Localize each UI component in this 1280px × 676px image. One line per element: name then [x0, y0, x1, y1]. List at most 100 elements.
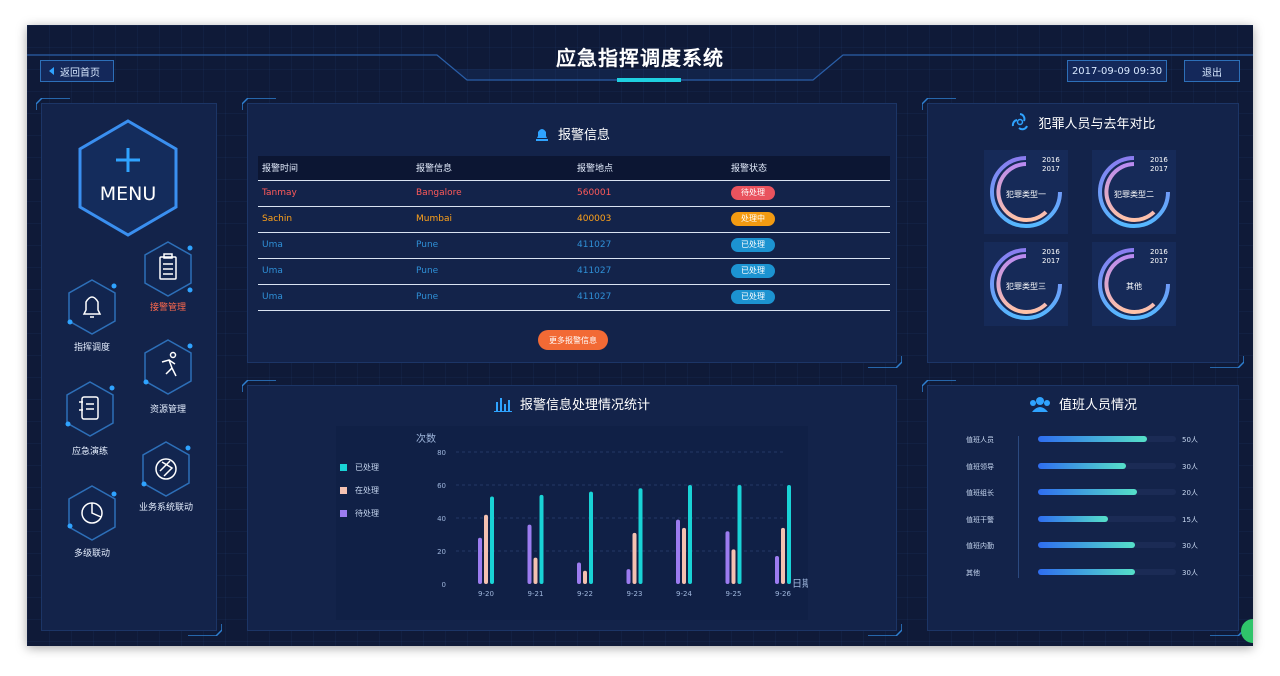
svg-text:2016: 2016 — [1042, 248, 1060, 256]
table-row[interactable]: Uma Pune 411027 已处理 — [258, 258, 890, 285]
crime-panel-title: 犯罪人员与去年对比 — [1038, 116, 1156, 132]
duty-progress-track — [1038, 489, 1176, 496]
table-row[interactable]: Uma Pune 411027 已处理 — [258, 232, 890, 259]
corner-decoration — [922, 98, 956, 110]
x-tick-label: 9-21 — [528, 590, 544, 598]
x-tick-label: 9-24 — [676, 590, 692, 598]
exit-button[interactable]: 退出 — [1184, 60, 1240, 82]
y-axis-label: 次数 — [416, 432, 436, 445]
svg-text:2017: 2017 — [1150, 165, 1168, 173]
crime-ring-charts: 2016 2017 犯罪类型一 2016 2017 犯罪类型二 2016 201… — [984, 150, 1176, 326]
cell-place: 411027 — [573, 284, 727, 311]
menu-item-drill-label[interactable]: 应急演练 — [50, 444, 130, 457]
duty-value: 30人 — [1182, 569, 1198, 577]
bar-在处理 — [632, 532, 637, 584]
menu-item-resource-hex[interactable] — [142, 338, 194, 396]
duty-row: 值班组长 20人 — [966, 485, 1206, 499]
corner-decoration — [188, 624, 222, 636]
cell-info: Pune — [412, 258, 573, 285]
table-row[interactable]: Uma Pune 411027 已处理 — [258, 284, 890, 311]
duty-progress-fill — [1038, 436, 1148, 442]
menu-item-resource-label[interactable]: 资源管理 — [128, 402, 208, 415]
duty-value: 50人 — [1182, 436, 1198, 444]
duty-progress-fill — [1038, 542, 1135, 549]
legend-item-pending[interactable]: 待处理 — [340, 508, 379, 519]
cell-time: Uma — [258, 232, 412, 259]
y-tick-label: 40 — [437, 515, 446, 523]
svg-text:2016: 2016 — [1150, 156, 1168, 164]
corner-decoration — [1210, 624, 1244, 636]
duty-progress-track — [1038, 515, 1176, 522]
menu-logo-text: MENU — [100, 183, 157, 205]
menu-item-multilevel-hex[interactable] — [66, 484, 118, 542]
menu-panel: MENU 接警管理 指挥调度 资源管理 应急演练 业务系统联动 多级联动 — [36, 98, 222, 636]
duty-label: 值班领导 — [966, 462, 994, 471]
table-row[interactable]: Tanmay Bangalore 560001 待处理 — [258, 180, 890, 207]
menu-item-command-hex[interactable] — [66, 278, 118, 336]
svg-text:犯罪类型二: 犯罪类型二 — [1114, 189, 1154, 199]
column-header: 报警状态 — [727, 156, 890, 181]
legend-item-processing[interactable]: 在处理 — [340, 485, 379, 496]
alarm-stats-chart: 次数 0 20 40 60 80 9-20 9-21 9-22 9-23 9-24 9-25 9-26日… — [416, 432, 808, 598]
menu-item-alarm-hex[interactable] — [142, 240, 194, 298]
alarm-panel-header: 报警信息 — [248, 124, 896, 143]
duty-label: 值班内勤 — [966, 542, 994, 551]
duty-label: 值班人员 — [966, 436, 994, 444]
column-header: 报警信息 — [412, 156, 573, 181]
duty-progress-fill — [1038, 462, 1127, 469]
menu-item-drill-hex[interactable] — [64, 380, 116, 438]
corner-decoration — [868, 356, 902, 368]
menu-item-alarm-label[interactable]: 接警管理 — [128, 300, 208, 313]
floating-action-icon[interactable] — [1241, 619, 1253, 643]
bar-在处理 — [781, 527, 785, 584]
duty-value: 30人 — [1182, 462, 1198, 471]
svg-text:2017: 2017 — [1042, 165, 1060, 173]
bar-待处理 — [725, 531, 730, 584]
cell-time: Tanmay — [258, 180, 412, 207]
datetime-display: 2017-09-09 09:30 — [1067, 60, 1167, 82]
back-home-button[interactable]: 返回首页 — [40, 60, 114, 82]
corner-decoration — [242, 98, 276, 110]
duty-row: 值班人员 50人 — [966, 432, 1206, 446]
more-alarms-button[interactable]: 更多报警信息 — [538, 330, 608, 350]
bar-已处理 — [737, 485, 742, 584]
corner-decoration — [36, 98, 70, 110]
bar-已处理 — [490, 496, 494, 584]
menu-item-linkage-hex[interactable] — [140, 440, 192, 498]
svg-text:2017: 2017 — [1042, 257, 1060, 265]
duty-staff-panel: 值班人员情况 值班人员 50人 值班领导 30人 值班组长 20人 值班干警 15人 值班内勤 3… — [922, 380, 1244, 636]
status-badge: 已处理 — [731, 264, 775, 278]
back-arrow-icon — [49, 67, 54, 75]
svg-text:其他: 其他 — [1126, 281, 1142, 291]
x-tick-label: 9-23 — [627, 590, 643, 598]
duty-progress-fill — [1038, 489, 1138, 496]
table-row[interactable]: Sachin Mumbai 400003 处理中 — [258, 206, 890, 233]
duty-value: 15人 — [1182, 515, 1198, 524]
duty-value: 30人 — [1182, 542, 1198, 551]
bar-在处理 — [682, 527, 686, 584]
svg-text:2016: 2016 — [1042, 156, 1060, 164]
y-tick-label: 60 — [437, 482, 446, 490]
duty-panel-header: 值班人员情况 — [928, 394, 1238, 413]
bar-在处理 — [583, 570, 587, 584]
bar-chart-icon — [493, 397, 512, 412]
duty-row: 值班内勤 30人 — [966, 538, 1206, 552]
duty-progress-fill — [1038, 569, 1135, 575]
menu-item-command-label[interactable]: 指挥调度 — [52, 340, 132, 353]
menu-item-multilevel-label[interactable]: 多级联动 — [52, 546, 132, 559]
menu-item-linkage-label[interactable]: 业务系统联动 — [126, 500, 206, 513]
column-header: 报警时间 — [258, 156, 412, 181]
bar-待处理 — [775, 555, 779, 584]
menu-logo-hexagon[interactable]: MENU — [76, 118, 180, 238]
back-home-label: 返回首页 — [60, 67, 100, 79]
bar-已处理 — [539, 494, 544, 584]
legend-item-processed[interactable]: 已处理 — [340, 462, 379, 473]
bar-待处理 — [626, 569, 631, 584]
duty-progress-fill — [1038, 515, 1109, 522]
x-tick-label: 9-20 — [478, 590, 494, 598]
cell-info: Pune — [412, 232, 573, 259]
bar-已处理 — [589, 491, 593, 584]
svg-text:犯罪类型三: 犯罪类型三 — [1006, 281, 1046, 291]
corner-decoration — [922, 380, 956, 392]
duty-progress-track — [1038, 569, 1176, 575]
